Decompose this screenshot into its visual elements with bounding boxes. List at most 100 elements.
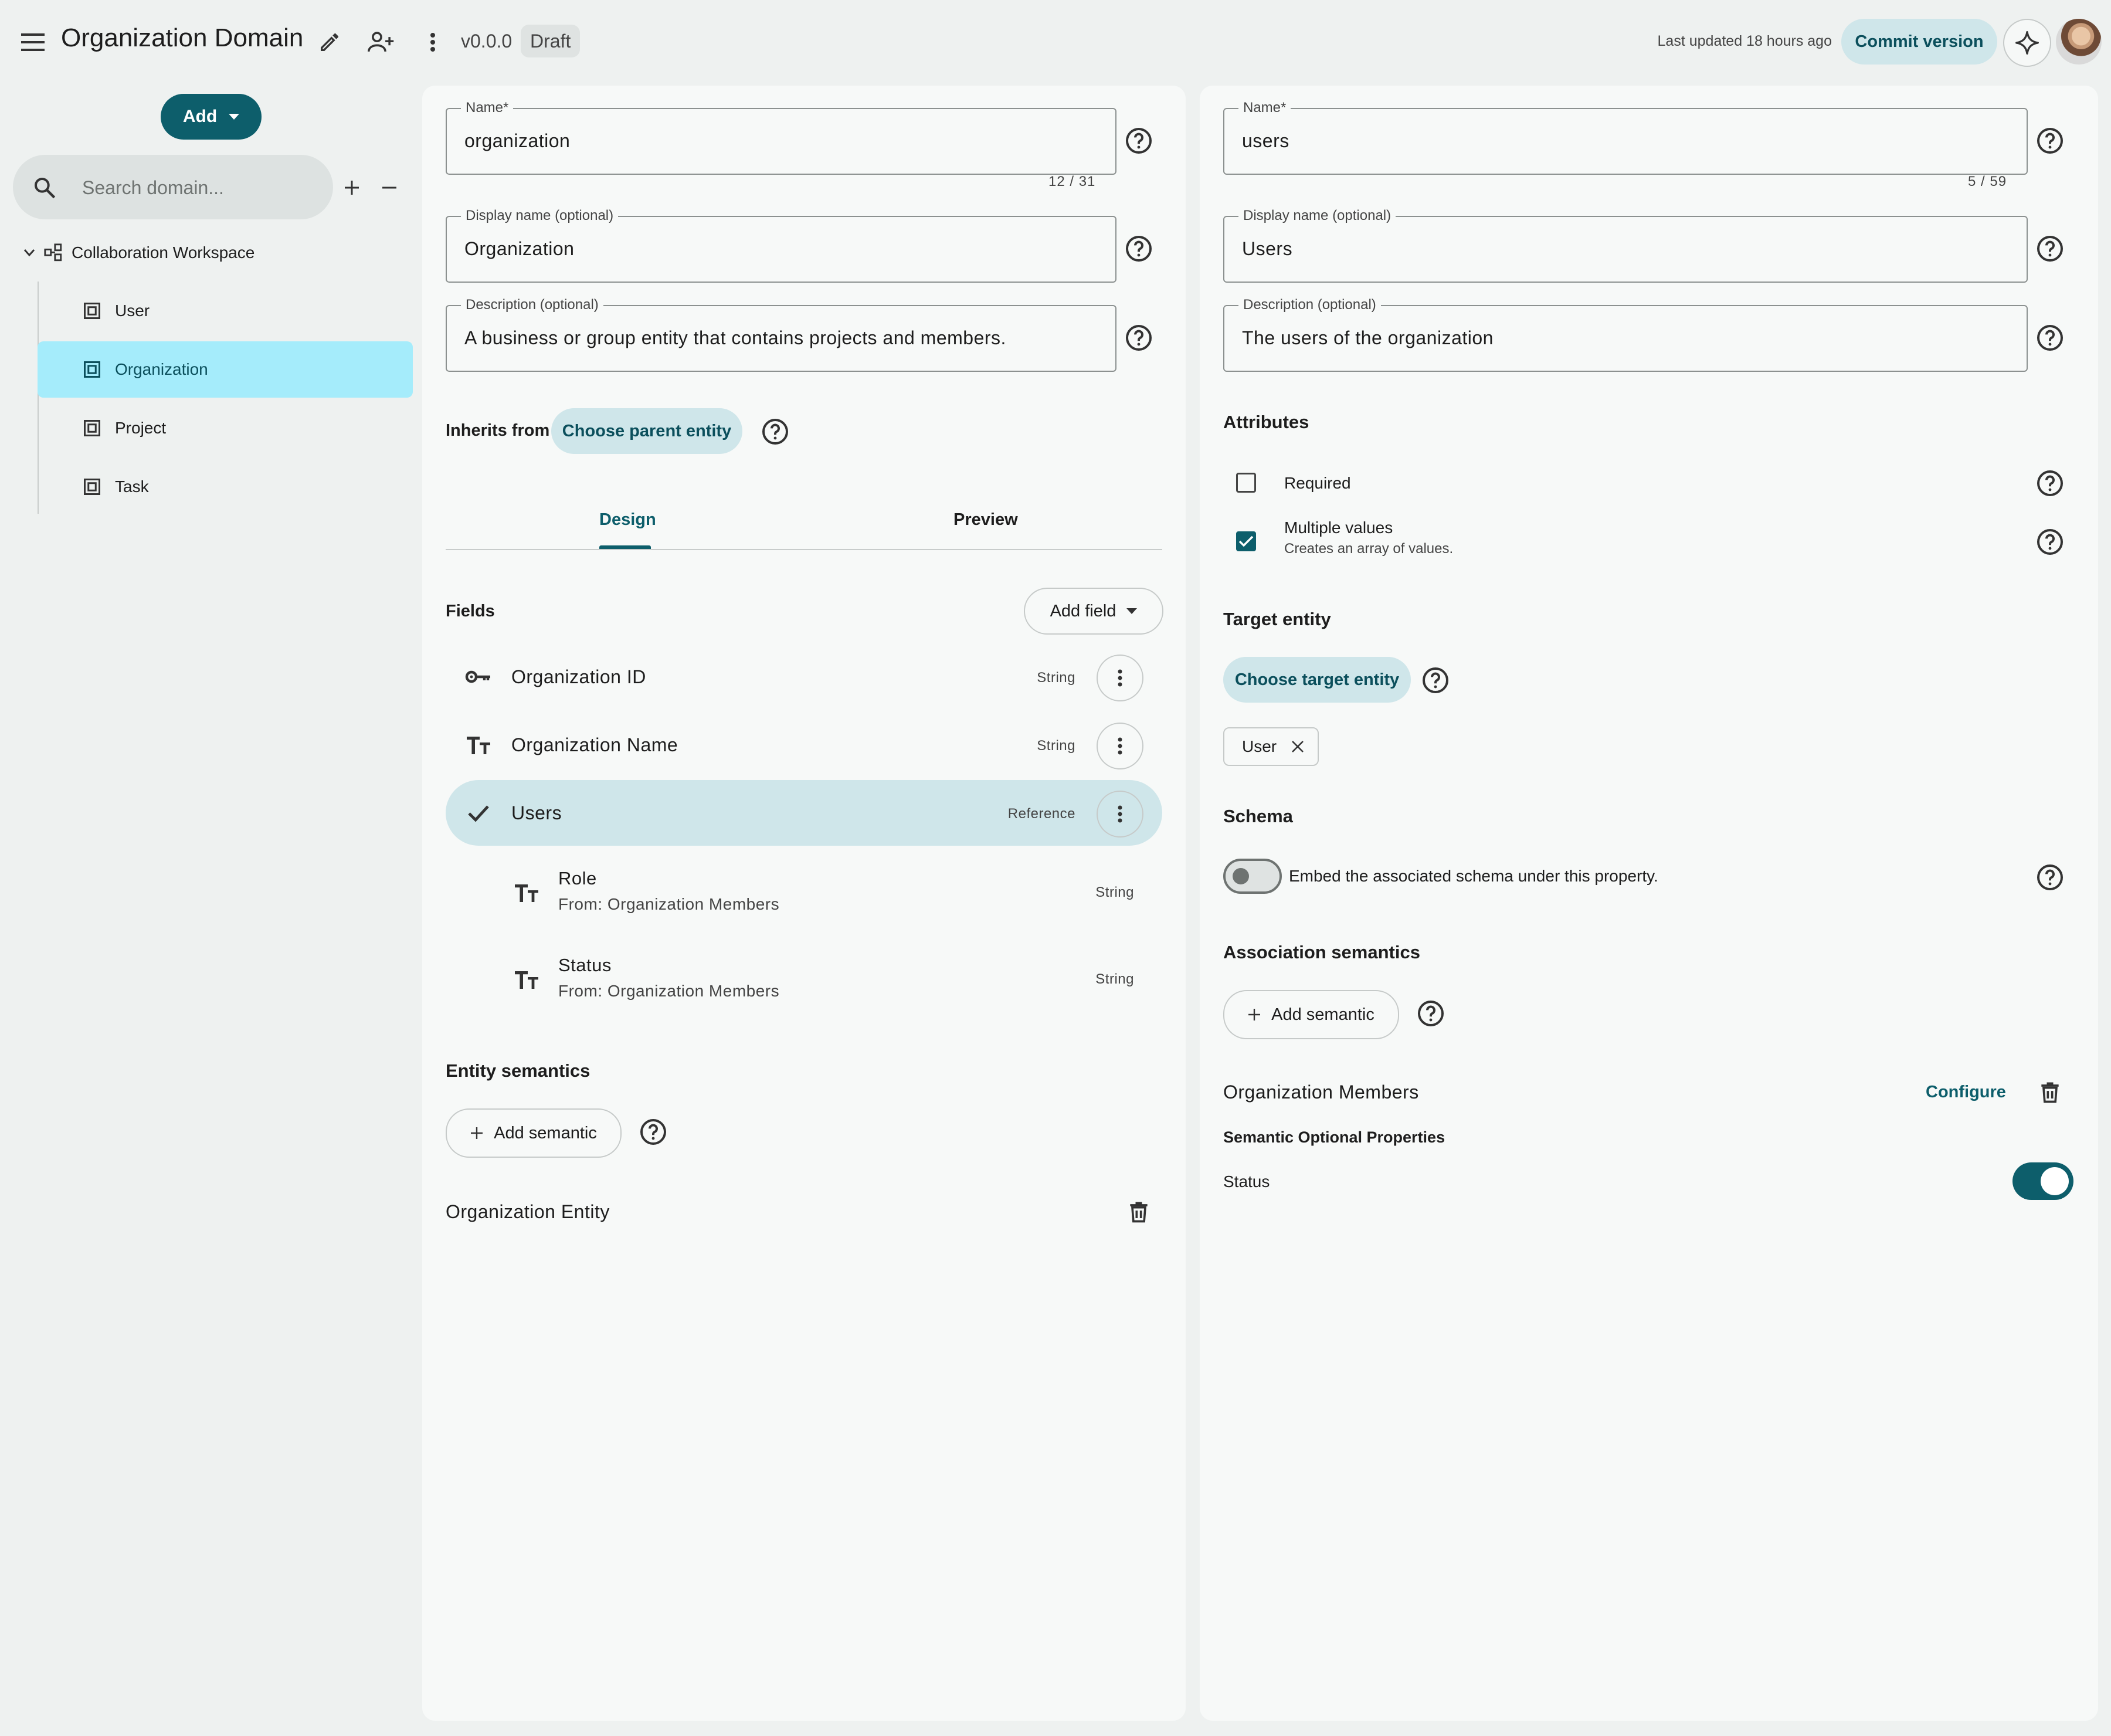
sidebar-item-label: Project xyxy=(115,419,167,437)
help-icon[interactable] xyxy=(2036,324,2064,352)
field-row-organization-id[interactable]: Organization ID String xyxy=(446,644,1162,710)
minus-icon xyxy=(382,187,396,189)
help-icon[interactable] xyxy=(1125,235,1153,263)
sub-field-type: String xyxy=(1095,971,1134,987)
key-icon xyxy=(465,670,490,683)
add-button[interactable]: Add xyxy=(161,94,262,140)
more-vert-icon xyxy=(1118,737,1122,755)
sidebar-item-task[interactable]: Task xyxy=(38,459,413,515)
help-icon[interactable] xyxy=(1125,324,1153,352)
more-vert-icon xyxy=(1118,805,1122,823)
field-label: Display name (optional) xyxy=(461,208,619,224)
commit-version-button[interactable]: Commit version xyxy=(1841,19,1997,65)
delete-icon[interactable] xyxy=(1126,1199,1152,1225)
schema-heading: Schema xyxy=(1223,806,1293,826)
add-semantic-label: Add semantic xyxy=(494,1123,597,1142)
help-icon[interactable] xyxy=(2036,528,2064,556)
avatar[interactable] xyxy=(2056,19,2102,65)
association-add-semantic-button[interactable]: Add semantic xyxy=(1223,990,1399,1039)
sidebar-item-label: User xyxy=(115,301,150,320)
embed-schema-toggle[interactable] xyxy=(1223,859,1282,894)
add-field-button[interactable]: Add field xyxy=(1024,588,1163,635)
char-counter: 12 / 31 xyxy=(1048,174,1096,189)
required-label: Required xyxy=(1284,474,1351,492)
sub-field-source: From: Organization Members xyxy=(558,895,780,913)
close-icon[interactable] xyxy=(1291,740,1305,754)
entity-display-name-field[interactable]: Display name (optional) Organization xyxy=(446,208,1116,283)
help-icon[interactable] xyxy=(2036,469,2064,497)
sub-field-type: String xyxy=(1095,884,1134,900)
tab-design[interactable]: Design xyxy=(599,510,656,530)
field-menu-button[interactable] xyxy=(1097,791,1143,838)
field-name: Users xyxy=(511,802,562,823)
help-icon[interactable] xyxy=(2036,235,2064,263)
more-vert-icon[interactable] xyxy=(414,23,452,61)
sub-field-status[interactable]: Status From: Organization Members String xyxy=(498,949,1149,1025)
add-button-label: Add xyxy=(182,107,218,126)
sidebar-item-user[interactable]: User xyxy=(38,283,413,339)
field-name: Organization ID xyxy=(511,666,646,687)
tab-preview[interactable]: Preview xyxy=(953,510,1018,530)
entity-name-field[interactable]: Name* organization xyxy=(446,100,1116,175)
text-type-icon xyxy=(467,737,490,754)
search-input[interactable]: Search domain... xyxy=(13,155,333,219)
property-display-name-field[interactable]: Display name (optional) Users xyxy=(1223,208,2028,283)
search-placeholder: Search domain... xyxy=(82,177,224,198)
help-icon[interactable] xyxy=(639,1118,667,1146)
help-icon[interactable] xyxy=(1421,666,1450,694)
check-icon xyxy=(468,805,489,822)
field-type: Reference xyxy=(1007,806,1075,822)
add-person-icon[interactable] xyxy=(362,23,400,61)
field-value: The users of the organization xyxy=(1242,327,1494,348)
field-value: users xyxy=(1242,130,1289,151)
text-type-icon xyxy=(515,884,538,902)
collapse-all-button[interactable] xyxy=(371,169,408,206)
field-menu-button[interactable] xyxy=(1097,723,1143,769)
property-description-field[interactable]: Description (optional) The users of the … xyxy=(1223,297,2028,372)
help-icon[interactable] xyxy=(1125,127,1153,155)
delete-icon[interactable] xyxy=(2037,1079,2063,1105)
configure-button[interactable]: Configure xyxy=(1926,1083,2006,1102)
field-label: Description (optional) xyxy=(1238,297,1381,313)
status-property-toggle[interactable] xyxy=(2012,1162,2073,1200)
help-icon[interactable] xyxy=(761,418,789,446)
page-title: Organization Domain xyxy=(61,23,304,52)
choose-target-entity-button[interactable]: Choose target entity xyxy=(1223,657,1411,703)
multiple-values-checkbox[interactable] xyxy=(1236,531,1256,551)
sub-field-name: Status xyxy=(558,955,612,975)
sidebar-item-organization[interactable]: Organization xyxy=(38,341,413,398)
entity-description-field[interactable]: Description (optional) A business or gro… xyxy=(446,297,1116,372)
menu-icon[interactable] xyxy=(14,23,52,61)
target-entity-chip[interactable]: User xyxy=(1223,727,1319,766)
sidebar-item-label: Task xyxy=(115,477,149,496)
help-icon[interactable] xyxy=(2036,127,2064,155)
entity-add-semantic-button[interactable]: Add semantic xyxy=(446,1108,622,1158)
chevron-down-icon[interactable] xyxy=(23,249,35,257)
entity-semantics-heading: Entity semantics xyxy=(446,1060,590,1081)
field-menu-button[interactable] xyxy=(1097,655,1143,701)
field-value: Users xyxy=(1242,238,1293,259)
semantic-optional-properties-heading: Semantic Optional Properties xyxy=(1223,1128,1445,1146)
inherits-from-label: Inherits from xyxy=(446,421,550,440)
entity-icon xyxy=(84,361,100,378)
more-vert-icon xyxy=(1118,669,1122,687)
help-icon[interactable] xyxy=(1417,999,1445,1028)
help-icon[interactable] xyxy=(2036,863,2064,891)
check-icon xyxy=(1238,535,1254,547)
sub-field-role[interactable]: Role From: Organization Members String xyxy=(498,862,1149,938)
field-label: Name* xyxy=(1238,100,1291,116)
field-row-organization-name[interactable]: Organization Name String xyxy=(446,712,1162,778)
expand-all-button[interactable] xyxy=(333,169,371,206)
required-checkbox[interactable] xyxy=(1236,473,1256,493)
ai-assist-button[interactable] xyxy=(2003,19,2051,67)
choose-parent-entity-button[interactable]: Choose parent entity xyxy=(551,408,742,454)
field-row-users[interactable]: Users Reference xyxy=(446,780,1162,846)
tree-root-collaboration-workspace[interactable]: Collaboration Workspace xyxy=(23,238,254,267)
property-name-field[interactable]: Name* users xyxy=(1223,100,2028,175)
multiple-values-label: Multiple values xyxy=(1284,518,1393,537)
field-type: String xyxy=(1037,670,1075,686)
sidebar-item-project[interactable]: Project xyxy=(38,400,413,456)
edit-pencil-icon[interactable] xyxy=(311,23,348,61)
entity-icon xyxy=(84,303,100,319)
multiple-values-help-text: Creates an array of values. xyxy=(1284,541,1454,557)
